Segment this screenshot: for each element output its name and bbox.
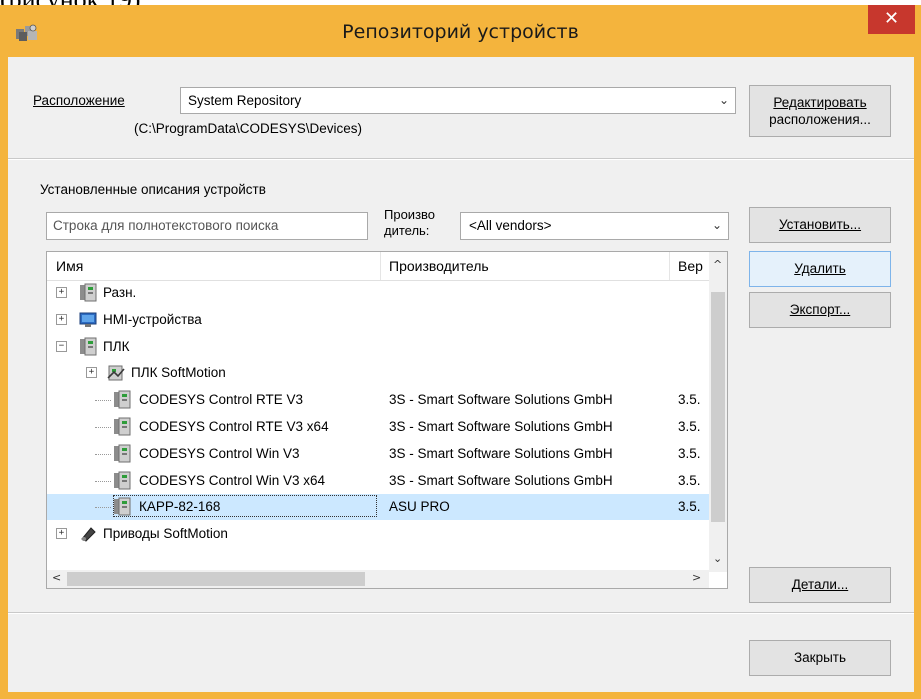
tree-connector-line: [95, 453, 111, 455]
expand-icon[interactable]: +: [56, 287, 67, 298]
remove-button[interactable]: Удалить: [749, 251, 891, 287]
install-label: Установить...: [778, 217, 862, 232]
details-label: Детали...: [791, 577, 849, 592]
close-button[interactable]: Закрыть: [749, 640, 891, 676]
vendor-filter-label: Произво дитель:: [384, 207, 435, 239]
edit-locations-line1: Редактировать: [773, 95, 867, 110]
vertical-scroll-thumb[interactable]: [711, 292, 725, 522]
chevron-down-icon: ⌄: [711, 218, 723, 232]
location-dropdown[interactable]: System Repository ⌄: [180, 87, 736, 114]
location-label: Расположение: [33, 93, 125, 108]
column-header-version[interactable]: Вер: [678, 258, 703, 274]
column-header-vendor[interactable]: Производитель: [389, 258, 489, 274]
tree-row[interactable]: − ПЛК: [47, 334, 709, 360]
installed-section-label: Установленные описания устройств: [40, 182, 266, 197]
hmi-monitor-icon: [79, 310, 97, 329]
plc-module-icon: [113, 417, 131, 436]
title-bar[interactable]: Репозиторий устройств ✕: [0, 5, 921, 57]
tree-row-version: 3.5.: [678, 392, 701, 408]
plc-module-icon: [113, 471, 131, 490]
export-button[interactable]: Экспорт...: [749, 292, 891, 328]
divider-highlight: [8, 159, 914, 160]
vertical-scrollbar[interactable]: ^ ⌄: [709, 252, 727, 572]
drive-icon: [79, 524, 97, 543]
tree-row-version: 3.5.: [678, 419, 701, 434]
export-label: Экспорт...: [789, 302, 851, 317]
expand-icon[interactable]: +: [56, 528, 67, 540]
location-path: (C:\ProgramData\CODESYS\Devices): [134, 121, 363, 136]
tree-connector-line: [95, 507, 111, 509]
tree-row-name: CODESYS Control RTE V3 x64: [139, 419, 329, 434]
fulltext-search-input[interactable]: Строка для полнотекстового поиска: [46, 212, 368, 240]
plc-module-icon: [113, 390, 131, 409]
close-icon: ✕: [883, 8, 900, 29]
plc-module-icon: [79, 283, 97, 302]
chevron-down-icon: ⌄: [718, 93, 730, 107]
location-selected-value: System Repository: [188, 93, 302, 108]
tree-header: Имя Производитель Вер: [47, 252, 709, 281]
tree-row[interactable]: + Приводы SoftMotion: [47, 521, 709, 547]
scroll-down-icon[interactable]: ⌄: [713, 552, 722, 565]
vendor-label-line2: дитель:: [384, 223, 430, 238]
window-title: Репозиторий устройств: [342, 21, 579, 43]
tree-row[interactable]: + Разн.: [47, 280, 709, 306]
tree-row-name: Разн.: [103, 285, 137, 300]
softmotion-plc-icon: [107, 363, 125, 382]
tree-row-name: CODESYS Control RTE V3: [139, 392, 304, 408]
column-separator[interactable]: [669, 252, 670, 280]
tree-row[interactable]: + ПЛК SoftMotion: [47, 360, 709, 386]
tree-row-vendor: 3S - Smart Software Solutions GmbH: [389, 419, 613, 434]
details-button[interactable]: Детали...: [749, 567, 891, 603]
scroll-right-icon[interactable]: >: [692, 571, 701, 584]
column-header-name[interactable]: Имя: [56, 258, 83, 274]
remove-label: Удалить: [794, 261, 846, 276]
tree-row-selected[interactable]: КАРР-82-168 ASU PRO 3.5.: [47, 494, 709, 521]
plc-module-icon: [113, 444, 131, 463]
tree-row[interactable]: CODESYS Control Win V3 3S - Smart Softwar…: [47, 441, 709, 467]
edit-locations-label: Редактировать расположения...: [769, 94, 871, 128]
tree-row-name: ПЛК SoftMotion: [131, 365, 226, 381]
tree-row-vendor: 3S - Smart Software Solutions GmbH: [389, 445, 613, 461]
scroll-left-icon[interactable]: <: [52, 571, 61, 584]
tree-connector-line: [95, 480, 111, 482]
tree-row-vendor: 3S - Smart Software Solutions GmbH: [389, 392, 613, 408]
device-tree[interactable]: Имя Производитель Вер + Разн. + HMI-устройс…: [46, 251, 728, 589]
close-window-button[interactable]: ✕: [868, 5, 915, 34]
vendor-label-line1: Произво: [384, 207, 436, 222]
tree-row-vendor: 3S - Smart Software Solutions GmbH: [389, 472, 613, 488]
vendor-selected-value: <All vendors>: [469, 218, 552, 233]
tree-row[interactable]: + HMI-устройства: [47, 307, 709, 333]
tree-row-name: ПЛК: [103, 338, 130, 354]
tree-row-name: CODESYS Control Win V3 x64: [139, 472, 326, 488]
edit-locations-line2: расположения...: [769, 112, 871, 127]
tree-row[interactable]: CODESYS Control Win V3 x64 3S - Smart Sof…: [47, 468, 709, 494]
tree-row-vendor: ASU PRO: [389, 499, 450, 515]
device-repository-window: Репозиторий устройств ✕ Расположение Sys…: [0, 5, 921, 699]
plc-module-icon: [79, 337, 97, 356]
tree-row-version: 3.5.: [678, 445, 701, 461]
install-button[interactable]: Установить...: [749, 207, 891, 243]
scroll-up-icon[interactable]: ^: [713, 258, 722, 271]
tree-connector-line: [95, 427, 111, 428]
edit-locations-button[interactable]: Редактировать расположения...: [749, 85, 891, 137]
tree-row[interactable]: CODESYS Control RTE V3 x64 3S - Smart Sof…: [47, 414, 709, 440]
divider-highlight: [8, 613, 914, 614]
dialog-client-area: Расположение System Repository ⌄ (C:\Pro…: [8, 57, 914, 692]
column-separator[interactable]: [380, 252, 381, 280]
expand-icon[interactable]: +: [86, 367, 97, 379]
horizontal-scrollbar[interactable]: < >: [47, 570, 709, 588]
tree-row-version: 3.5.: [678, 499, 701, 515]
tree-row-name: CODESYS Control Win V3: [139, 445, 300, 461]
tree-row-name: HMI-устройства: [103, 311, 202, 327]
collapse-icon[interactable]: −: [56, 340, 67, 352]
tree-row-name: Приводы SoftMotion: [103, 526, 228, 542]
tree-row[interactable]: CODESYS Control RTE V3 3S - Smart Softwar…: [47, 387, 709, 413]
tree-row-name: КАРР-82-168: [139, 499, 221, 515]
tree-connector-line: [95, 400, 111, 402]
expand-icon[interactable]: +: [56, 313, 67, 325]
tree-row-version: 3.5.: [678, 472, 701, 488]
vendor-dropdown[interactable]: <All vendors> ⌄: [460, 212, 729, 240]
horizontal-scroll-thumb[interactable]: [67, 572, 365, 586]
